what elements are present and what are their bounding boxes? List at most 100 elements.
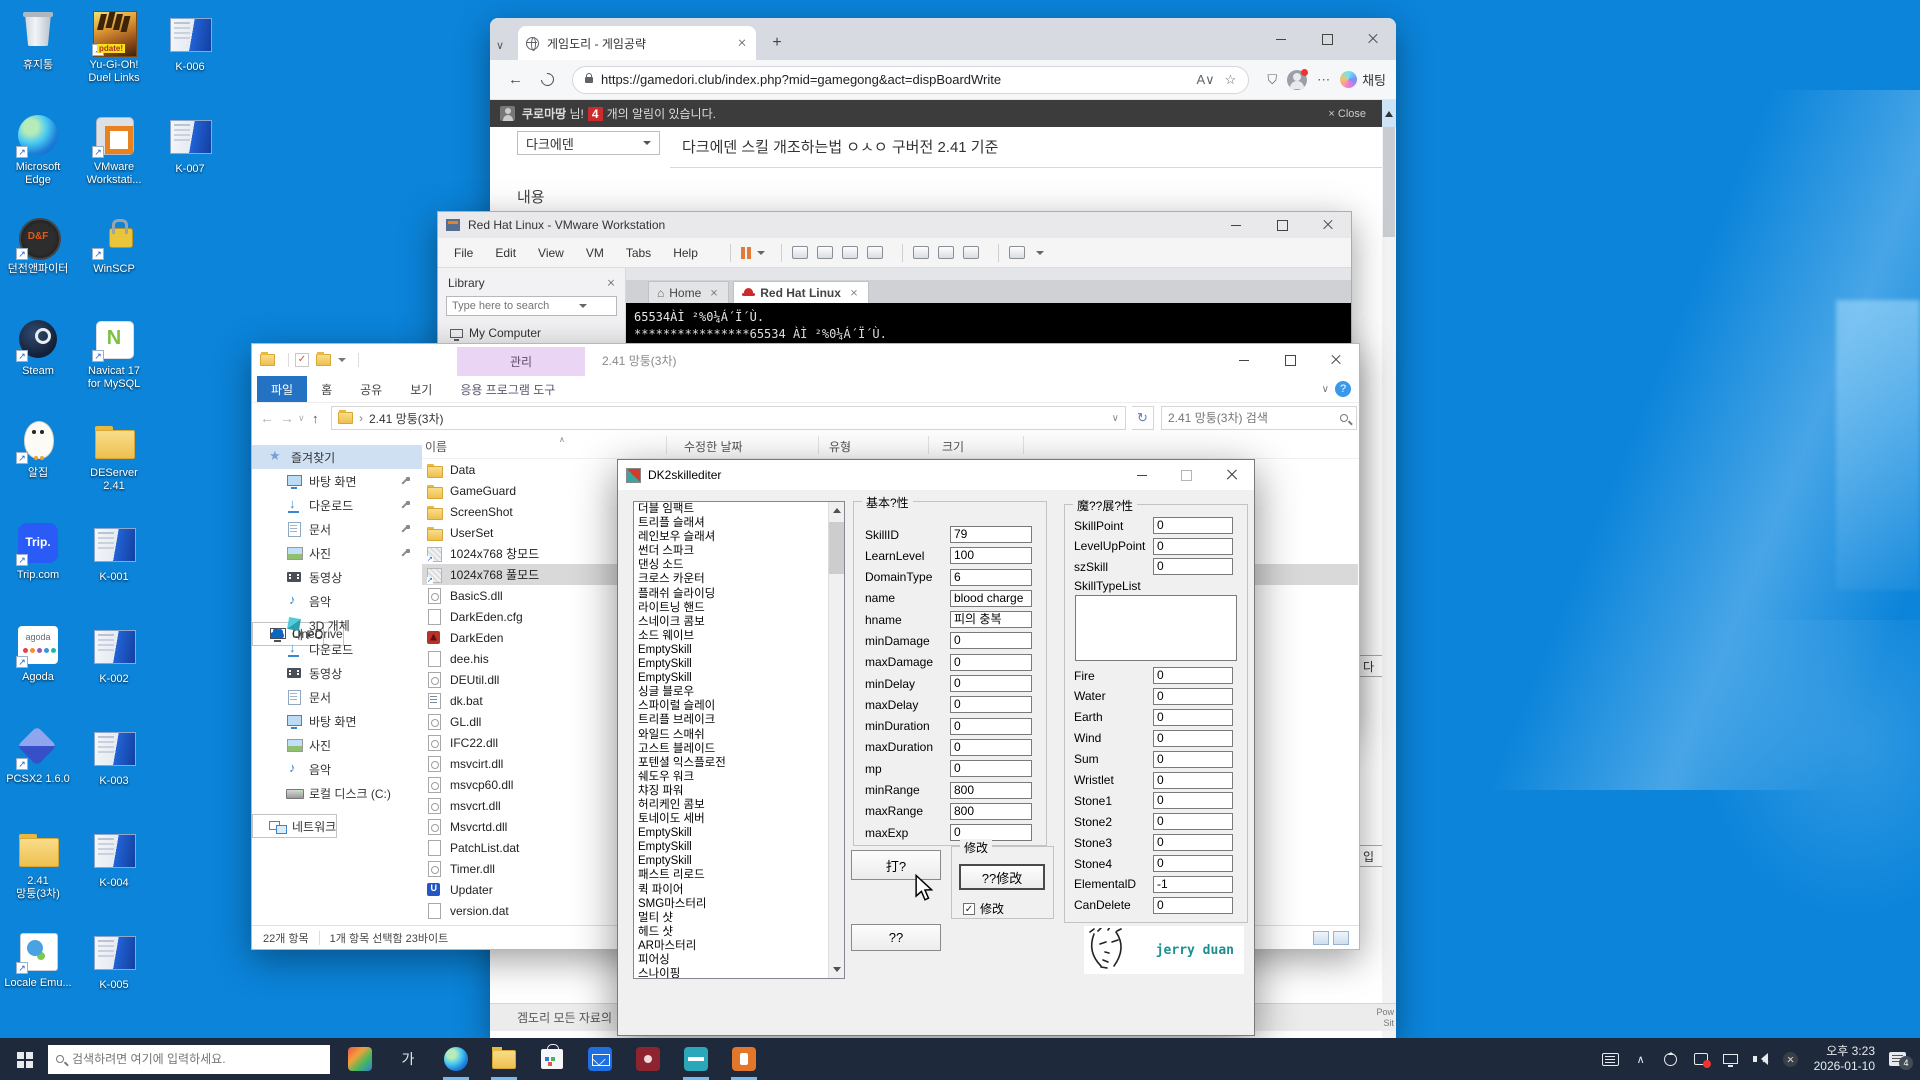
library-search[interactable]: [446, 296, 617, 316]
nav-forward-icon[interactable]: →: [280, 410, 294, 426]
skill-item[interactable]: 더블 임팩트: [634, 502, 844, 516]
field-input[interactable]: 0: [1153, 667, 1233, 684]
skill-item[interactable]: 스네이크 콤보: [634, 615, 844, 629]
browser-tab[interactable]: 게임도리 - 게임공략: [518, 26, 756, 60]
sidebar-item[interactable]: 다운로드: [252, 637, 422, 661]
skill-item[interactable]: 크로스 카운터: [634, 572, 844, 586]
favorite-star-icon[interactable]: ☆: [1225, 72, 1237, 88]
menu-item[interactable]: View: [538, 246, 564, 260]
skill-listbox[interactable]: 더블 임팩트트리플 슬래셔레인보우 슬래셔썬더 스파크댄싱 소드크로스 카운터플…: [633, 501, 845, 979]
explorer-search-box[interactable]: [1161, 406, 1357, 430]
settings-more-icon[interactable]: ⋯: [1317, 72, 1330, 88]
snapshot-manager-icon[interactable]: [867, 246, 883, 259]
start-button[interactable]: [0, 1038, 48, 1080]
taskbar-search-input[interactable]: [72, 1052, 302, 1066]
desktop-icon[interactable]: K-007: [152, 108, 228, 210]
screen-capture-icon[interactable]: [1686, 1038, 1716, 1080]
extra-button[interactable]: ??: [851, 924, 941, 951]
skill-item[interactable]: 토네이도 세버: [634, 812, 844, 826]
category-select[interactable]: 다크에덴: [517, 131, 660, 155]
new-folder-icon[interactable]: [316, 354, 331, 366]
skill-item[interactable]: 허리케인 콤보: [634, 798, 844, 812]
ribbon-tab[interactable]: 응용 프로그램 도구: [446, 376, 569, 402]
sidebar-item[interactable]: 문서: [252, 517, 422, 541]
field-input[interactable]: 800: [950, 803, 1032, 820]
breadcrumb[interactable]: › 2.41 망퉁(3차) ∨: [331, 406, 1126, 430]
taskbar-mail[interactable]: [576, 1038, 624, 1080]
show-console-icon[interactable]: [938, 246, 954, 259]
explorer-maximize-button[interactable]: [1267, 344, 1313, 376]
skill-item[interactable]: 플래쉬 슬라이딩: [634, 587, 844, 601]
skill-item[interactable]: 스파이럴 슬레이: [634, 699, 844, 713]
snapshot-revert-icon[interactable]: [842, 246, 858, 259]
skill-item[interactable]: EmptySkill: [634, 854, 844, 868]
tab-close-icon[interactable]: [738, 39, 746, 47]
vmware-close-button[interactable]: [1305, 212, 1351, 238]
desktop-icon[interactable]: 알집: [0, 414, 76, 516]
taskbar-ime-app[interactable]: 가: [384, 1038, 432, 1080]
desktop-icon[interactable]: pdate! Yu-Gi-Oh! Duel Links: [76, 6, 152, 108]
vmware-maximize-button[interactable]: [1259, 212, 1305, 238]
field-input[interactable]: 0: [1153, 558, 1233, 575]
field-input[interactable]: blood charge: [950, 590, 1032, 607]
skill-item[interactable]: 포텐셜 익스플로전: [634, 756, 844, 770]
dk-close-button[interactable]: [1209, 460, 1254, 490]
taskbar-store[interactable]: [528, 1038, 576, 1080]
hidden-icons-chevron[interactable]: ∧: [1626, 1038, 1656, 1080]
action-center-icon[interactable]: 4: [1889, 1052, 1906, 1066]
clipped-side-button[interactable]: 입: [1358, 845, 1384, 867]
field-input[interactable]: -1: [1153, 876, 1233, 893]
menu-item[interactable]: Tabs: [626, 246, 651, 260]
explorer-titlebar[interactable]: ✓ 관리 2.41 망퉁(3차): [252, 344, 1359, 376]
help-icon[interactable]: ?: [1335, 381, 1351, 397]
sidebar-item[interactable]: 동영상: [252, 565, 422, 589]
menu-item[interactable]: VM: [586, 246, 604, 260]
field-input[interactable]: 0: [1153, 517, 1233, 534]
volume-muted-icon[interactable]: [1746, 1038, 1776, 1080]
skill-item[interactable]: EmptySkill: [634, 657, 844, 671]
sidebar-item[interactable]: 바탕 화면: [252, 709, 422, 733]
field-input[interactable]: 0: [1153, 730, 1233, 747]
tab-close-icon[interactable]: [711, 289, 718, 296]
field-input[interactable]: 0: [1153, 813, 1233, 830]
desktop-icon[interactable]: K-004: [76, 822, 152, 924]
field-input[interactable]: 0: [1153, 709, 1233, 726]
skill-editor-titlebar[interactable]: DK2skillediter: [618, 460, 1254, 490]
skill-item[interactable]: 라이트닝 핸드: [634, 601, 844, 615]
send-ctrl-alt-del-icon[interactable]: [792, 246, 808, 259]
modify-button[interactable]: ??修改: [959, 864, 1045, 890]
onedrive-sync-icon[interactable]: [1656, 1038, 1686, 1080]
breadcrumb-path[interactable]: 2.41 망퉁(3차): [369, 410, 443, 427]
column-header-type[interactable]: 유형: [829, 438, 851, 455]
fullscreen-dropdown-icon[interactable]: [1036, 251, 1044, 259]
dk-minimize-button[interactable]: [1119, 460, 1164, 490]
taskbar-clock[interactable]: 오후 3:23 2026-01-10: [1806, 1044, 1885, 1074]
desktop-icon[interactable]: K-005: [76, 924, 152, 1026]
network-icon[interactable]: [1716, 1038, 1746, 1080]
power-dropdown-icon[interactable]: [757, 251, 765, 259]
ime-pad-icon[interactable]: [1596, 1038, 1626, 1080]
desktop-icon[interactable]: Agoda: [0, 618, 76, 720]
new-tab-button[interactable]: +: [768, 34, 786, 52]
field-input[interactable]: 6: [950, 569, 1032, 586]
field-input[interactable]: 0: [1153, 688, 1233, 705]
browser-close-button[interactable]: [1350, 18, 1396, 60]
read-aloud-icon[interactable]: A∨: [1196, 72, 1214, 88]
desktop-icon[interactable]: K-003: [76, 720, 152, 822]
field-input[interactable]: 0: [950, 739, 1032, 756]
field-input[interactable]: 0: [950, 718, 1032, 735]
customize-qat-chevron-icon[interactable]: [338, 358, 346, 366]
ribbon-tab[interactable]: 보기: [396, 376, 446, 402]
menu-item[interactable]: File: [454, 246, 473, 260]
desktop-icon[interactable]: Locale Emu...: [0, 924, 76, 1026]
search-dropdown-icon[interactable]: [579, 304, 587, 312]
taskbar-app-teal[interactable]: [672, 1038, 720, 1080]
column-header-name[interactable]: 이름: [425, 438, 447, 455]
field-input[interactable]: 100: [950, 547, 1032, 564]
taskbar-app-red[interactable]: [624, 1038, 672, 1080]
address-dropdown-chevron-icon[interactable]: ∨: [1112, 413, 1125, 424]
manage-context-tab[interactable]: 관리: [457, 347, 585, 376]
sidebar-item[interactable]: 3D 개체: [252, 613, 422, 637]
taskbar-search-box[interactable]: [48, 1045, 330, 1074]
tab-redhat-linux[interactable]: Red Hat Linux: [733, 281, 869, 303]
